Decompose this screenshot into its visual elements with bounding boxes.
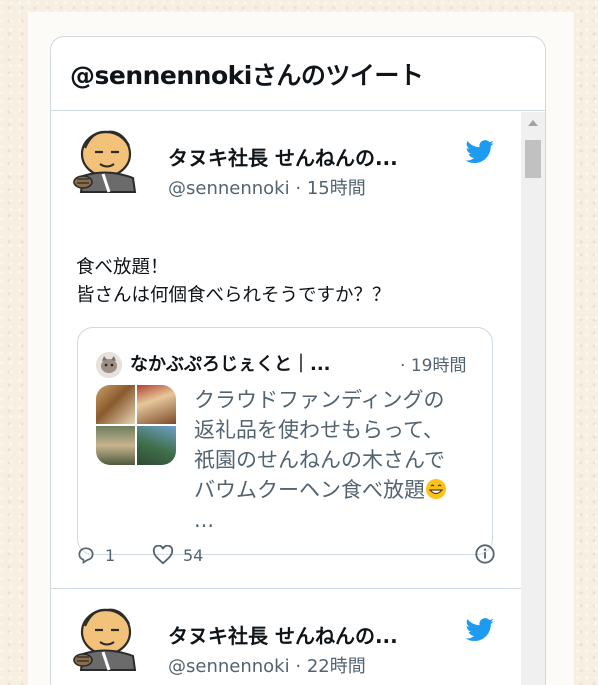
media-thumbnail[interactable] (137, 426, 176, 465)
author-handle[interactable]: @sennennoki (168, 178, 290, 199)
meta-separator: · (295, 656, 302, 677)
info-icon[interactable] (474, 543, 496, 565)
quote-time[interactable]: 19時間 (411, 356, 467, 376)
tweet[interactable]: タヌキ社長 せんねんの... @sennennoki · 15時間 食べ放題！ … (51, 112, 521, 589)
tweet[interactable]: タヌキ社長 せんねんの... @sennennoki · 22時間 (51, 590, 521, 685)
quote-author-name[interactable]: なかぶぷろじぇくと｜... (130, 350, 331, 376)
media-thumbnail[interactable] (137, 385, 176, 424)
tweet-time[interactable]: 15時間 (307, 178, 366, 199)
quote-text-line: バウムクーヘン食べ放題 (194, 475, 484, 505)
widget-title[interactable]: @sennennokiさんのツイート (70, 56, 424, 92)
author-meta: @sennennoki · 15時間 (168, 174, 366, 200)
widget-header: @sennennokiさんのツイート (51, 37, 545, 111)
quote-media-grid[interactable] (96, 385, 176, 465)
quote-text-line: ... (194, 508, 215, 532)
author-avatar[interactable] (73, 602, 143, 672)
heart-icon (152, 545, 174, 565)
quote-text-line: 祇園のせんねんの木さんで (194, 448, 445, 472)
grinning-face-emoji-icon (426, 479, 446, 499)
like-button[interactable]: 54 (152, 545, 203, 565)
tweet-text: 食べ放題！ 皆さんは何個食べられそうですか？？ (76, 254, 496, 310)
twitter-bird-icon[interactable] (465, 140, 495, 164)
meta-separator: · (400, 356, 406, 376)
quote-text-line: 返礼品を使わせもらって、 (194, 418, 444, 442)
tweet-text-line: 食べ放題！ (76, 257, 169, 278)
reply-count: 1 (105, 545, 116, 565)
reply-icon (78, 547, 94, 565)
timeline-scrollbar[interactable] (521, 112, 545, 685)
like-count: 54 (183, 545, 204, 565)
tweet-actions: 1 54 (76, 535, 496, 575)
quote-meta: · 19時間 (400, 351, 466, 376)
quote-text-fragment: バウムクーヘン食べ放題 (194, 478, 425, 502)
author-avatar[interactable] (73, 124, 143, 194)
meta-separator: · (295, 178, 302, 199)
tweet-time[interactable]: 22時間 (307, 656, 366, 677)
twitter-timeline-widget: @sennennokiさんのツイート タヌキ社長 せんねんの... @senne… (50, 36, 546, 685)
quoted-tweet[interactable]: なかぶぷろじぇくと｜... · 19時間 クラウドファンディングの 返礼品を使わ… (77, 327, 493, 555)
tweet-text-line: 皆さんは何個食べられそうですか？？ (76, 285, 391, 306)
author-name[interactable]: タヌキ社長 せんねんの... (168, 142, 398, 171)
scrollbar-thumb[interactable] (525, 140, 541, 178)
scroll-up-arrow-icon[interactable] (528, 120, 538, 126)
author-name[interactable]: タヌキ社長 せんねんの... (168, 620, 398, 649)
author-handle[interactable]: @sennennoki (168, 656, 290, 677)
twitter-bird-icon[interactable] (465, 618, 495, 642)
quote-text: クラウドファンディングの 返礼品を使わせもらって、 祇園のせんねんの木さんで バ… (194, 385, 484, 535)
quote-text-line: クラウドファンディングの (194, 388, 445, 412)
reply-button[interactable]: 1 (76, 545, 115, 565)
media-thumbnail[interactable] (96, 426, 135, 465)
quote-author-avatar[interactable] (96, 352, 122, 378)
timeline[interactable]: タヌキ社長 せんねんの... @sennennoki · 15時間 食べ放題！ … (51, 112, 545, 685)
author-meta: @sennennoki · 22時間 (168, 652, 366, 678)
media-thumbnail[interactable] (96, 385, 135, 424)
